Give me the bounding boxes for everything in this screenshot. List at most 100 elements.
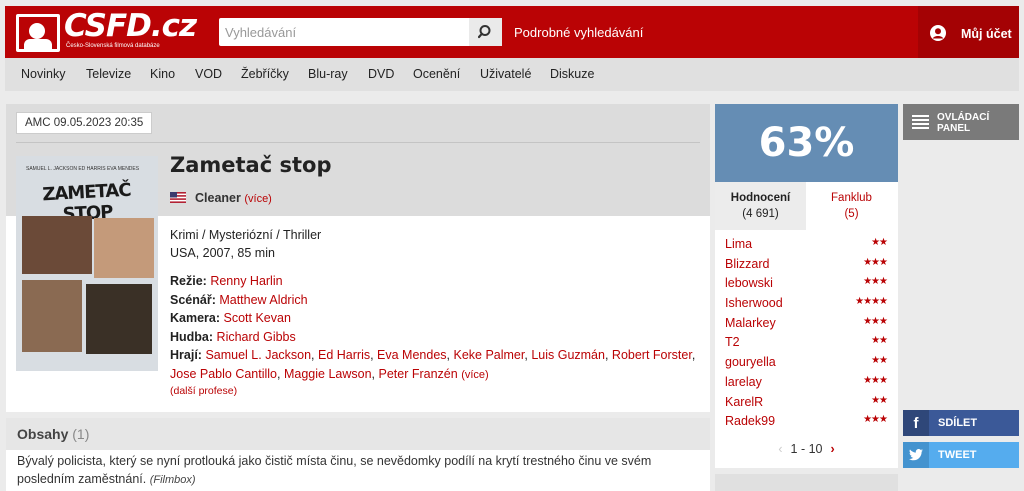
star-rating: ★★★	[863, 414, 888, 426]
user-link[interactable]: Lima	[725, 237, 752, 251]
tab-ratings[interactable]: Hodnocení (4 691)	[715, 182, 806, 230]
next-box-edge	[715, 474, 898, 491]
list-item: Lima ★★	[715, 236, 898, 256]
ratings-count: (4 691)	[742, 208, 779, 220]
director-link[interactable]: Renny Harlin	[210, 274, 282, 288]
list-item: Blizzard ★★★	[715, 256, 898, 276]
control-panel-label: OVLÁDACÍ PANEL	[937, 112, 990, 134]
original-title-text: Cleaner	[195, 191, 241, 205]
more-professions-link[interactable]: (další profese)	[170, 385, 237, 397]
star-rating: ★★★	[863, 315, 888, 327]
film-genres: Krimi / Mysteriózní / Thriller	[170, 228, 322, 242]
poster-photo	[22, 216, 92, 274]
nav-televize[interactable]: Televize	[86, 67, 131, 81]
nav-novinky[interactable]: Novinky	[21, 67, 65, 81]
chevron-right-icon[interactable]: ›	[830, 442, 834, 456]
rating-tabs: Hodnocení (4 691) Fanklub (5)	[715, 182, 898, 230]
logo-tagline: Česko-Slovenská filmová databáze	[66, 43, 160, 49]
credit-camera: Kamera: Scott Kevan	[170, 311, 291, 325]
plot-text: Bývalý policista, který se nyní protlouk…	[17, 454, 652, 486]
twitter-tweet-button[interactable]: TWEET	[903, 442, 1019, 468]
actor-link[interactable]: Luis Guzmán	[531, 348, 605, 362]
actor-link[interactable]: Robert Forster	[612, 348, 692, 362]
twitter-icon	[903, 442, 929, 468]
menu-icon	[912, 115, 929, 129]
list-item: larelay ★★★	[715, 374, 898, 394]
list-item: Radek99 ★★★	[715, 413, 898, 433]
share-label: SDÍLET	[938, 417, 978, 429]
user-icon	[930, 25, 946, 41]
user-ratings-list: Lima ★★ Blizzard ★★★ lebowski ★★★ Isherwood…	[715, 236, 898, 433]
chevron-left-icon[interactable]: ‹	[778, 442, 782, 456]
user-link[interactable]: KarelR	[725, 395, 763, 409]
poster-photo	[22, 280, 82, 352]
search-button[interactable]	[469, 18, 502, 46]
user-link[interactable]: Radek99	[725, 414, 775, 428]
control-panel-button[interactable]: OVLÁDACÍ PANEL	[903, 104, 1019, 140]
nav-vod[interactable]: VOD	[195, 67, 222, 81]
user-link[interactable]: Malarkey	[725, 316, 776, 330]
film-origin: USA, 2007, 85 min	[170, 246, 275, 260]
actor-link[interactable]: Keke Palmer	[453, 348, 524, 362]
credit-music: Hudba: Richard Gibbs	[170, 329, 296, 344]
pager-range: 1 - 10	[790, 442, 823, 456]
nav-oceneni[interactable]: Ocenění	[413, 67, 460, 81]
actor-link[interactable]: Ed Harris	[318, 348, 370, 362]
actor-link[interactable]: Eva Mendes	[377, 348, 446, 362]
account-button[interactable]: Můj účet	[918, 6, 1019, 58]
film-poster[interactable]: SAMUEL L. JACKSON ED HARRIS EVA MENDES Z…	[16, 156, 158, 371]
tv-broadcast-badge[interactable]: AMC 09.05.2023 20:35	[16, 112, 153, 134]
list-item: gouryella ★★	[715, 354, 898, 374]
plot-card: Obsahy (1) Bývalý policista, který se ny…	[6, 418, 710, 491]
original-titles-more-link[interactable]: (více)	[244, 193, 272, 205]
user-link[interactable]: Blizzard	[725, 257, 769, 271]
usa-flag-icon	[170, 192, 186, 203]
account-label: Můj účet	[961, 27, 1012, 41]
logo-text: CSFD.cz	[64, 8, 197, 44]
user-link[interactable]: T2	[725, 335, 740, 349]
nav-dvd[interactable]: DVD	[368, 67, 394, 81]
film-title: Zametač stop	[170, 153, 332, 177]
rating-percent: 63%	[715, 104, 898, 182]
tweet-label: TWEET	[938, 449, 977, 461]
actor-link[interactable]: Samuel L. Jackson	[205, 348, 311, 362]
nav-bluray[interactable]: Blu-ray	[308, 67, 348, 81]
site-logo[interactable]: CSFD.cz Česko-Slovenská filmová databáze	[16, 8, 197, 54]
plot-count: (1)	[72, 426, 90, 442]
cast-more-link[interactable]: (více)	[461, 369, 489, 381]
credit-screenplay: Scénář: Matthew Aldrich	[170, 292, 308, 307]
nav-uzivatele[interactable]: Uživatelé	[480, 67, 531, 81]
facebook-share-button[interactable]: f SDÍLET	[903, 410, 1019, 436]
nav-diskuze[interactable]: Diskuze	[550, 67, 594, 81]
list-item: lebowski ★★★	[715, 275, 898, 295]
star-rating: ★★★★	[855, 296, 888, 308]
search-input[interactable]	[219, 18, 469, 46]
plot-source: (Filmbox)	[149, 474, 196, 486]
screenwriter-link[interactable]: Matthew Aldrich	[219, 293, 307, 307]
facebook-icon: f	[903, 410, 929, 436]
ratings-pager: ‹ 1 - 10 ›	[715, 442, 898, 456]
plot-header: Obsahy (1)	[6, 418, 710, 450]
list-item: T2 ★★	[715, 334, 898, 354]
nav-kino[interactable]: Kino	[150, 67, 175, 81]
list-item: KarelR ★★	[715, 394, 898, 414]
actor-link[interactable]: Jose Pablo Cantillo	[170, 367, 277, 381]
user-link[interactable]: larelay	[725, 375, 762, 389]
tab-fanclub[interactable]: Fanklub (5)	[806, 182, 897, 230]
user-link[interactable]: Isherwood	[725, 296, 783, 310]
rating-box: 63% Hodnocení (4 691) Fanklub (5) Lima ★★…	[715, 104, 898, 468]
user-link[interactable]: gouryella	[725, 355, 776, 369]
user-link[interactable]: lebowski	[725, 276, 773, 290]
star-rating: ★★★	[863, 256, 888, 268]
list-item: Isherwood ★★★★	[715, 295, 898, 315]
film-reel-icon	[16, 14, 60, 52]
actor-link[interactable]: Maggie Lawson	[284, 367, 372, 381]
cinematographer-link[interactable]: Scott Kevan	[224, 311, 291, 325]
composer-link[interactable]: Richard Gibbs	[217, 330, 296, 344]
star-rating: ★★	[871, 237, 888, 248]
advanced-search-link[interactable]: Podrobné vyhledávání	[514, 25, 643, 40]
actor-link[interactable]: Peter Franzén	[378, 367, 457, 381]
plot-heading: Obsahy (1)	[17, 426, 90, 442]
nav-zebricky[interactable]: Žebříčky	[241, 67, 289, 81]
fanclub-count: (5)	[844, 208, 859, 220]
